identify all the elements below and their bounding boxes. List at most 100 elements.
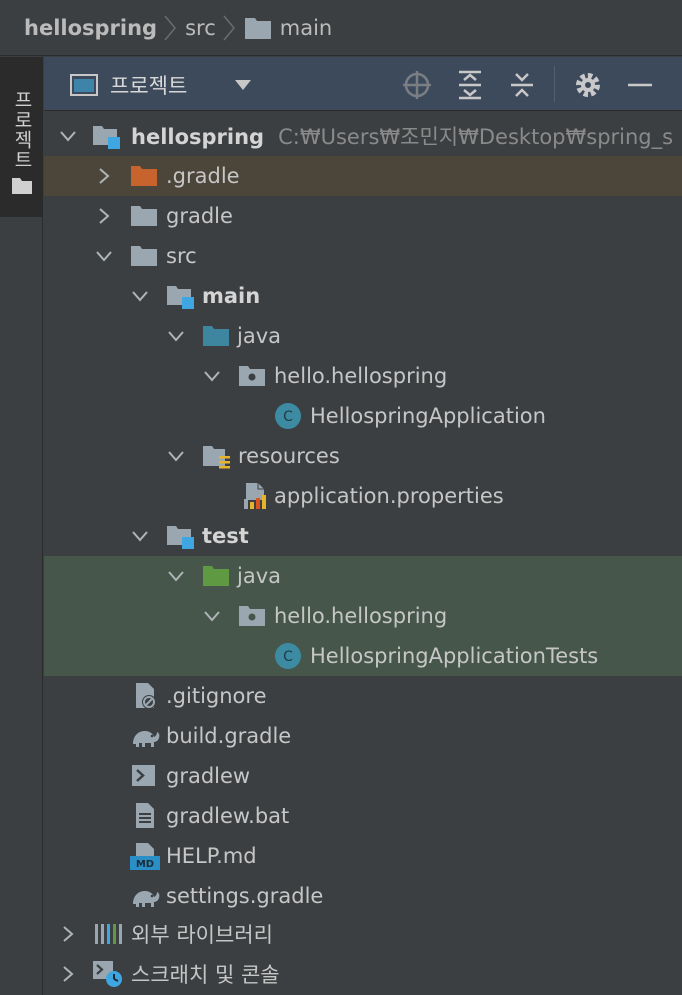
expand-all-icon <box>459 70 481 100</box>
minimize-button[interactable] <box>624 69 656 101</box>
source-folder-icon <box>203 326 229 346</box>
ignore-file-icon <box>136 683 156 709</box>
chevron-down-icon[interactable] <box>58 126 78 146</box>
tree-row-gradlew-bat[interactable]: gradlew.bat <box>44 796 682 836</box>
chevron-down-icon[interactable] <box>166 566 186 586</box>
tree-row-gitignore[interactable]: .gitignore <box>44 676 682 716</box>
collapse-all-icon <box>511 73 533 97</box>
tree-label: hellospring C:₩Users₩조민지₩Desktop₩spring_s <box>131 125 674 149</box>
chevron-down-icon[interactable] <box>130 526 150 546</box>
chevron-down-icon[interactable] <box>202 366 222 386</box>
tree-label: test <box>202 524 249 548</box>
tree-row-dot-gradle[interactable]: .gradle <box>44 156 682 196</box>
header-divider <box>554 66 555 102</box>
shell-script-icon <box>132 765 155 786</box>
folder-icon <box>131 206 157 226</box>
tree-row-app-properties[interactable]: application.properties <box>44 476 682 516</box>
tool-window-strip: 프로젝트 <box>0 57 43 995</box>
tree-label: java <box>237 324 281 348</box>
breadcrumb-src[interactable]: src <box>185 16 216 40</box>
locate-button[interactable] <box>401 69 433 101</box>
collapse-all-button[interactable] <box>506 69 538 101</box>
scratches-icon <box>93 961 122 987</box>
module-folder-icon <box>93 126 120 149</box>
chevron-down-icon[interactable] <box>130 286 150 306</box>
chevron-down-icon[interactable] <box>166 326 186 346</box>
chevron-down-icon[interactable] <box>202 606 222 626</box>
chevron-right-icon[interactable] <box>94 206 114 226</box>
tree-row-gradle[interactable]: gradle <box>44 196 682 236</box>
library-icon <box>95 924 122 944</box>
folder-icon <box>244 17 271 39</box>
project-tool-tab[interactable]: 프로젝트 <box>0 57 42 217</box>
tree-row-build-gradle[interactable]: build.gradle <box>44 716 682 756</box>
excluded-folder-icon <box>131 166 157 186</box>
tree-label: gradlew <box>166 764 251 788</box>
resources-folder-icon <box>203 446 230 469</box>
tree-row-main-package[interactable]: hello.hellospring <box>44 356 682 396</box>
tree-label: build.gradle <box>166 724 292 748</box>
tree-row-main-class[interactable]: C HellospringApplication <box>44 396 682 436</box>
tree-label: hello.hellospring <box>274 604 448 628</box>
svg-text:MD: MD <box>136 859 154 870</box>
properties-file-icon <box>244 483 266 509</box>
settings-button[interactable] <box>572 69 604 101</box>
chevron-down-icon[interactable] <box>234 79 252 91</box>
folder-icon <box>12 178 32 194</box>
gear-icon <box>576 73 600 97</box>
chevron-right-icon[interactable] <box>58 924 78 944</box>
tree-label: main <box>202 284 261 308</box>
project-view-title[interactable]: 프로젝트 <box>110 70 187 100</box>
java-class-icon: C <box>275 403 301 429</box>
tree-label: HellospringApplication <box>310 404 546 428</box>
tree-row-test[interactable]: test <box>44 516 682 556</box>
module-folder-icon <box>167 286 194 309</box>
minimize-icon <box>628 83 652 87</box>
tree-row-main-java[interactable]: java <box>44 316 682 356</box>
breadcrumb-separator-icon <box>222 13 236 43</box>
tree-row-scratches[interactable]: 스크래치 및 콘솔 <box>44 954 682 994</box>
module-folder-icon <box>167 526 194 549</box>
gradle-elephant-icon <box>133 891 160 907</box>
tree-label: 스크래치 및 콘솔 <box>131 963 280 987</box>
chevron-right-icon[interactable] <box>94 166 114 186</box>
tree-row-test-class[interactable]: C HellospringApplicationTests <box>44 636 682 676</box>
tree-row-gradlew[interactable]: gradlew <box>44 756 682 796</box>
tree-label: settings.gradle <box>166 884 324 908</box>
test-folder-icon <box>203 566 229 586</box>
tree-label: hello.hellospring <box>274 364 448 388</box>
chevron-down-icon[interactable] <box>166 446 186 466</box>
breadcrumb-main-label: main <box>279 15 333 40</box>
breadcrumb-main[interactable]: main <box>244 16 332 40</box>
project-view-icon <box>70 74 98 96</box>
breadcrumb: hellospring src main <box>0 0 682 56</box>
tree-label: HELP.md <box>166 844 257 868</box>
tree-row-help-md[interactable]: MD HELP.md <box>44 836 682 876</box>
project-panel-header: 프로젝트 <box>44 57 682 111</box>
tree-row-hellospring[interactable]: hellospring C:₩Users₩조민지₩Desktop₩spring_s <box>44 116 682 156</box>
package-icon <box>239 366 265 386</box>
tree-row-settings-gradle[interactable]: settings.gradle <box>44 876 682 916</box>
package-icon <box>239 606 265 626</box>
tree-row-test-java[interactable]: java <box>44 556 682 596</box>
tree-label: .gradle <box>166 164 240 188</box>
tree-row-test-package[interactable]: hello.hellospring <box>44 596 682 636</box>
tree-row-external-libraries[interactable]: 외부 라이브러리 <box>44 914 682 954</box>
project-path: C:₩Users₩조민지₩Desktop₩spring_s <box>278 125 674 149</box>
tree-row-src[interactable]: src <box>44 236 682 276</box>
expand-all-button[interactable] <box>454 69 486 101</box>
gradle-elephant-icon <box>133 731 160 747</box>
breadcrumb-project[interactable]: hellospring <box>24 16 157 40</box>
tree-row-main[interactable]: main <box>44 276 682 316</box>
chevron-down-icon[interactable] <box>94 246 114 266</box>
chevron-right-icon[interactable] <box>58 964 78 984</box>
tree-label: 외부 라이브러리 <box>131 923 273 947</box>
tree-label: gradle <box>166 204 233 228</box>
breadcrumb-separator-icon <box>163 13 177 43</box>
tree-label: .gitignore <box>166 684 267 708</box>
project-tool-tab-label: 프로젝트 <box>11 90 33 170</box>
locate-icon <box>403 71 431 99</box>
tree-label: application.properties <box>274 484 504 508</box>
svg-text:C: C <box>283 409 293 425</box>
tree-row-resources[interactable]: resources <box>44 436 682 476</box>
